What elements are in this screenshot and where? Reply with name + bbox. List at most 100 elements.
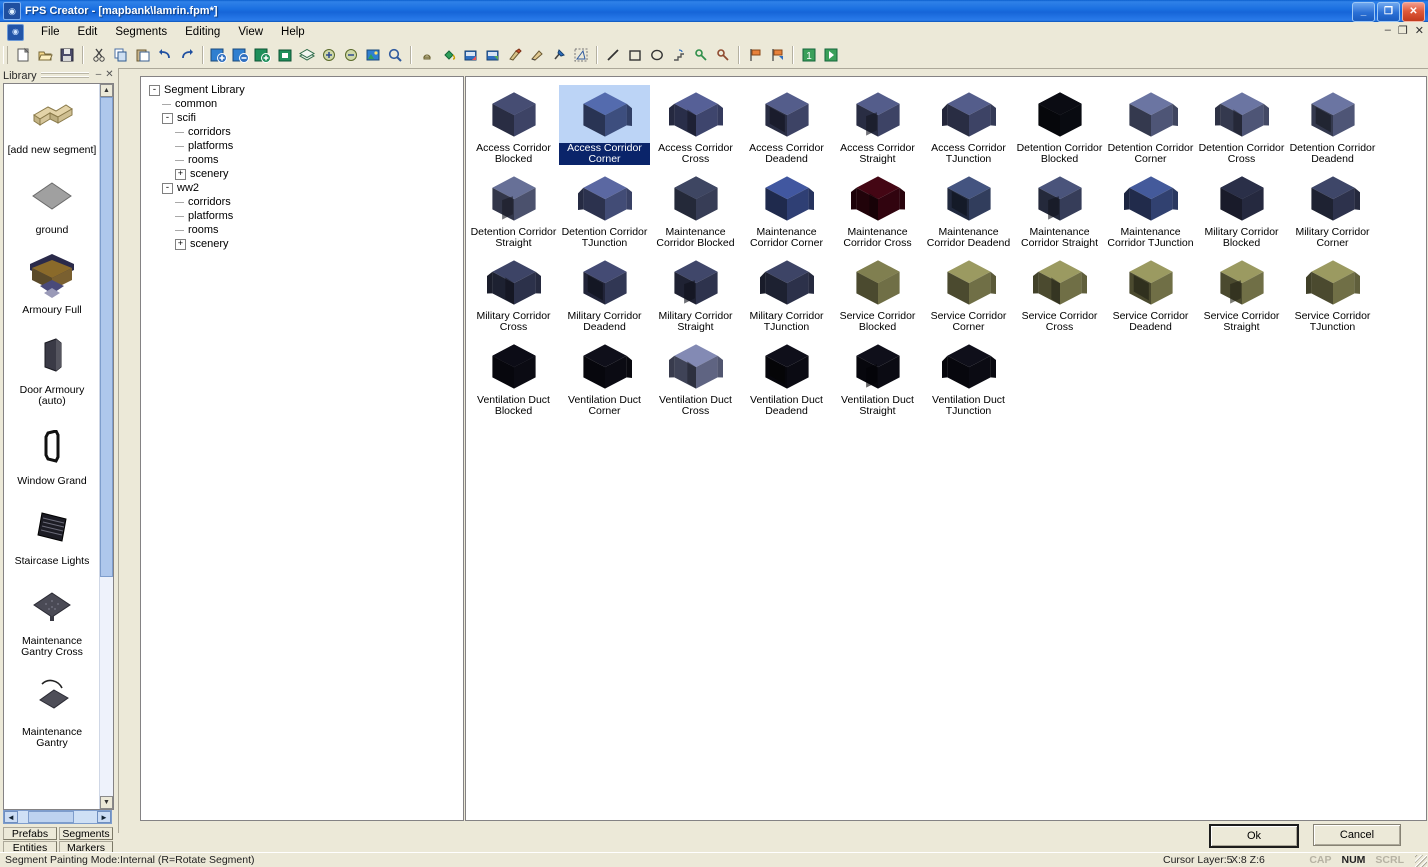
segment-grid-item[interactable]: Access Corridor Blocked: [468, 81, 559, 165]
library-item[interactable]: Maintenance Gantry: [4, 666, 100, 757]
tree-node[interactable]: + scenery: [149, 167, 463, 181]
tree-node[interactable]: platforms: [149, 139, 463, 153]
library-drag-grip[interactable]: [40, 72, 89, 79]
tree-node[interactable]: rooms: [149, 153, 463, 167]
pin-tool-icon[interactable]: [548, 44, 570, 66]
segment-grid-item[interactable]: Detention Corridor Deadend: [1287, 81, 1378, 165]
tree-expander-collapse-icon[interactable]: -: [162, 182, 173, 194]
library-vertical-scrollbar[interactable]: ▲ ▼: [99, 84, 113, 809]
segment-grid-item[interactable]: Detention Corridor Blocked: [1014, 81, 1105, 165]
library-scroll-down-button[interactable]: ▼: [100, 796, 113, 809]
build-game-icon[interactable]: [820, 44, 842, 66]
library-item-list[interactable]: [add new segment] ground Armoury Full Doo…: [3, 83, 114, 810]
remove-segment-icon[interactable]: [230, 44, 252, 66]
segment-grid-item[interactable]: Military Corridor Cross: [468, 249, 559, 333]
segment-grid-item[interactable]: Maintenance Corridor Corner: [741, 165, 832, 249]
maximize-button[interactable]: ❐: [1377, 2, 1400, 22]
tree-expander-collapse-icon[interactable]: -: [162, 112, 173, 124]
new-file-icon[interactable]: [12, 44, 34, 66]
menu-segments[interactable]: Segments: [106, 24, 176, 40]
undo-icon[interactable]: [154, 44, 176, 66]
erase-tool-icon[interactable]: [526, 44, 548, 66]
segment-grid-item[interactable]: Military Corridor TJunction: [741, 249, 832, 333]
library-item[interactable]: Armoury Full: [4, 244, 100, 324]
library-item[interactable]: Window Grand: [4, 415, 100, 495]
segment-grid-item[interactable]: Military Corridor Blocked: [1196, 165, 1287, 249]
segment-grid-item[interactable]: Service Corridor Deadend: [1105, 249, 1196, 333]
line-tool-icon[interactable]: [602, 44, 624, 66]
segment-grid-item[interactable]: Access Corridor Deadend: [741, 81, 832, 165]
area-select-icon[interactable]: [570, 44, 592, 66]
segment-grid-item[interactable]: Ventilation Duct Cross: [650, 333, 741, 417]
library-close-icon[interactable]: ✕: [104, 70, 115, 81]
link-tool-icon[interactable]: [690, 44, 712, 66]
cancel-button[interactable]: Cancel: [1313, 824, 1401, 846]
library-item[interactable]: ground: [4, 164, 100, 244]
mdi-close-button[interactable]: ✕: [1415, 24, 1424, 37]
paint-tool-icon[interactable]: [504, 44, 526, 66]
menu-editing[interactable]: Editing: [176, 24, 229, 40]
library-item[interactable]: [add new segment]: [4, 84, 100, 164]
zoom-in-icon[interactable]: [318, 44, 340, 66]
library-scroll-thumb[interactable]: [100, 97, 113, 577]
segment-grid-item[interactable]: Service Corridor Cross: [1014, 249, 1105, 333]
segment-grid-item[interactable]: Maintenance Corridor Straight: [1014, 165, 1105, 249]
add-segment-icon[interactable]: [208, 44, 230, 66]
ellipse-tool-icon[interactable]: [646, 44, 668, 66]
tab-prefabs[interactable]: Prefabs: [3, 827, 57, 840]
find-icon[interactable]: [384, 44, 406, 66]
tree-node[interactable]: common: [149, 97, 463, 111]
segment-grid-item[interactable]: Access Corridor TJunction: [923, 81, 1014, 165]
segment-grid-item[interactable]: Maintenance Corridor Cross: [832, 165, 923, 249]
segment-library-tree[interactable]: - Segment Library common - scifi corridors pla…: [140, 76, 464, 821]
library-item[interactable]: Door Armoury (auto): [4, 324, 100, 415]
test-level-icon[interactable]: 1: [798, 44, 820, 66]
library-item[interactable]: Staircase Lights: [4, 495, 100, 575]
marker-start-icon[interactable]: [744, 44, 766, 66]
library-scroll-left-button[interactable]: ◄: [4, 811, 18, 823]
library-scroll-right-button[interactable]: ►: [97, 811, 111, 823]
library-scroll-up-button[interactable]: ▲: [100, 84, 113, 97]
mdi-minimize-button[interactable]: –: [1385, 24, 1391, 37]
menu-edit[interactable]: Edit: [69, 24, 107, 40]
segment-grid-item[interactable]: Access Corridor Cross: [650, 81, 741, 165]
export-entity-icon[interactable]: [482, 44, 504, 66]
light-icon[interactable]: [416, 44, 438, 66]
save-file-icon[interactable]: [56, 44, 78, 66]
segment-grid-item[interactable]: Maintenance Corridor TJunction: [1105, 165, 1196, 249]
segment-grid-item[interactable]: Service Corridor Blocked: [832, 249, 923, 333]
segment-grid-item[interactable]: Detention Corridor Corner: [1105, 81, 1196, 165]
paste-icon[interactable]: [132, 44, 154, 66]
tree-node[interactable]: - ww2: [149, 181, 463, 195]
tab-segments[interactable]: Segments: [59, 827, 113, 840]
tree-node[interactable]: - Segment Library: [149, 83, 463, 97]
copy-icon[interactable]: [110, 44, 132, 66]
import-entity-icon[interactable]: [460, 44, 482, 66]
segment-grid-item[interactable]: Detention Corridor TJunction: [559, 165, 650, 249]
segment-grid-item[interactable]: Access Corridor Corner: [559, 81, 650, 165]
segment-grid-item[interactable]: Ventilation Duct Corner: [559, 333, 650, 417]
tree-node[interactable]: platforms: [149, 209, 463, 223]
segment-grid-item[interactable]: Military Corridor Deadend: [559, 249, 650, 333]
texture-view-icon[interactable]: [362, 44, 384, 66]
ok-button[interactable]: Ok: [1209, 824, 1299, 848]
tree-node[interactable]: + scenery: [149, 237, 463, 251]
minimize-button[interactable]: _: [1352, 2, 1375, 22]
segment-grid-item[interactable]: Maintenance Corridor Deadend: [923, 165, 1014, 249]
library-hscroll-thumb[interactable]: [28, 811, 74, 823]
tree-expander-expand-icon[interactable]: +: [175, 168, 186, 180]
library-collapse-button[interactable]: –: [93, 70, 104, 81]
segment-grid-item[interactable]: Maintenance Corridor Blocked: [650, 165, 741, 249]
library-hscroll-track[interactable]: [18, 811, 97, 823]
segment-properties-icon[interactable]: [274, 44, 296, 66]
zoom-out-icon[interactable]: [340, 44, 362, 66]
segment-grid-item[interactable]: Access Corridor Straight: [832, 81, 923, 165]
tree-node[interactable]: rooms: [149, 223, 463, 237]
tree-node[interactable]: - scifi: [149, 111, 463, 125]
rectangle-tool-icon[interactable]: [624, 44, 646, 66]
unlink-tool-icon[interactable]: [712, 44, 734, 66]
resize-grip[interactable]: [1415, 855, 1427, 867]
segment-grid-item[interactable]: Detention Corridor Straight: [468, 165, 559, 249]
redo-icon[interactable]: [176, 44, 198, 66]
marker-end-icon[interactable]: [766, 44, 788, 66]
